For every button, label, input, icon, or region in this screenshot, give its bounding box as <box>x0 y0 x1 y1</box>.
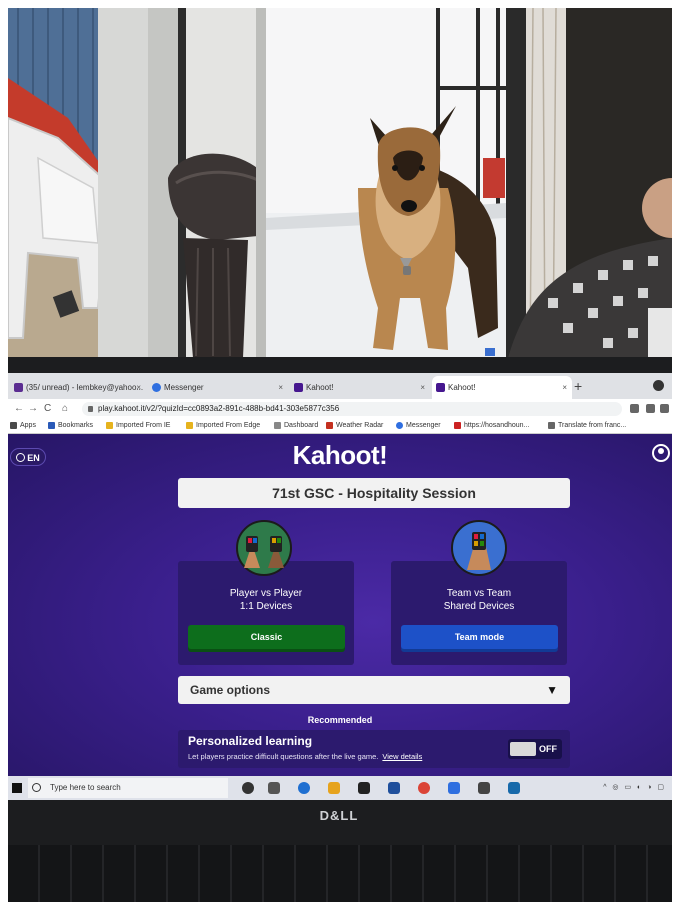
recommended-heading: Recommended <box>307 715 373 725</box>
messenger-app-icon[interactable] <box>448 782 460 794</box>
lock-icon <box>88 406 93 412</box>
search-icon <box>32 783 41 792</box>
new-tab-icon[interactable]: + <box>574 376 582 396</box>
bookmark-weather-radar[interactable]: Weather Radar <box>326 419 383 433</box>
page-icon <box>274 422 281 429</box>
doorway-illustration <box>8 8 672 358</box>
folder-icon <box>186 422 193 429</box>
bookmark-imported-edge[interactable]: Imported From Edge <box>186 419 260 433</box>
laptop-screen: (35/ unread) - lembkey@yahoo... × Messen… <box>8 373 672 800</box>
close-icon[interactable]: × <box>420 376 425 399</box>
session-title: 71st GSC - Hospitality Session <box>178 478 570 508</box>
close-icon[interactable]: × <box>278 376 283 399</box>
tab-kahoot-active[interactable]: Kahoot! × <box>432 376 572 399</box>
laptop-keyboard <box>8 845 672 902</box>
kahoot-page: EN Kahoot! 71st GSC - Hospitality Sessio… <box>8 434 672 776</box>
team-mode-card: Team vs Team Shared Devices Team mode <box>391 561 567 665</box>
mode-line1: Team vs Team <box>446 588 512 599</box>
star-icon[interactable] <box>630 404 639 413</box>
mail-favicon-icon <box>14 383 23 392</box>
view-details-link[interactable]: View details <box>382 752 422 761</box>
page-icon <box>454 422 461 429</box>
tab-label: Kahoot! <box>448 383 476 392</box>
mail-icon[interactable] <box>388 782 400 794</box>
browser-tab-strip: (35/ unread) - lembkey@yahoo... × Messen… <box>8 373 672 399</box>
messenger-favicon-icon <box>152 383 161 392</box>
kahoot-logo: Kahoot! <box>292 440 388 470</box>
doorway-scene <box>8 8 672 358</box>
windows-taskbar: Type here to search ^ ◎ ▭ ◐ ◑ ▢ <box>8 776 672 800</box>
dell-logo: D&LL <box>319 808 359 823</box>
back-icon[interactable]: ← <box>14 402 24 416</box>
photo: (35/ unread) - lembkey@yahoo... × Messen… <box>0 0 678 904</box>
bookmark-apps[interactable]: Apps <box>10 419 36 433</box>
toggle-knob <box>510 742 536 756</box>
bookmark-imported-ie[interactable]: Imported From IE <box>106 419 170 433</box>
tab-label: Kahoot! <box>306 383 334 392</box>
personalized-learning-description: Let players practice difficult questions… <box>188 752 423 761</box>
player-vs-player-icon <box>236 520 292 576</box>
search-placeholder: Type here to search <box>50 783 121 792</box>
chevron-down-icon: ▼ <box>546 683 558 697</box>
bookmarks-bar: Apps Bookmarks Imported From IE Imported… <box>8 419 672 434</box>
team-vs-team-icon <box>451 520 507 576</box>
system-tray-icons[interactable]: ^ ◎ ▭ ◐ ◑ ▢ <box>603 776 666 800</box>
messenger-icon <box>396 422 403 429</box>
task-view-icon[interactable] <box>268 782 280 794</box>
personalized-learning-title: Personalized learning <box>188 734 313 748</box>
folder-icon <box>106 422 113 429</box>
apps-grid-icon <box>10 422 17 429</box>
google-icon <box>548 422 555 429</box>
mode-line2: 1:1 Devices <box>239 601 293 612</box>
home-icon[interactable]: ⌂ <box>62 402 68 416</box>
kahoot-favicon-icon <box>294 383 303 392</box>
forward-icon[interactable]: → <box>28 402 38 416</box>
cortana-icon[interactable] <box>242 782 254 794</box>
star-icon <box>48 422 55 429</box>
settings-gear-icon[interactable] <box>478 782 490 794</box>
store-icon[interactable] <box>358 782 370 794</box>
reload-icon[interactable]: C <box>44 402 51 416</box>
user-account-icon[interactable] <box>652 444 670 462</box>
file-explorer-icon[interactable] <box>328 782 340 794</box>
kahoot-favicon-icon <box>436 383 445 392</box>
url-input[interactable]: play.kahoot.it/v2/?quizId=cc0893a2-891c-… <box>82 402 622 416</box>
maple-leaf-icon <box>326 422 333 429</box>
menu-icon[interactable] <box>660 404 669 413</box>
bookmark-translate[interactable]: Translate from franc... <box>548 419 626 433</box>
edge-icon[interactable] <box>298 782 310 794</box>
team-mode-button[interactable]: Team mode <box>401 625 558 649</box>
windows-start-icon[interactable] <box>12 783 22 793</box>
tab-yahoo-mail[interactable]: (35/ unread) - lembkey@yahoo... × <box>10 376 146 399</box>
bookmark-messenger[interactable]: Messenger <box>396 419 441 433</box>
game-options-label: Game options <box>190 683 271 697</box>
close-icon[interactable]: × <box>136 376 141 399</box>
extensions-icon[interactable] <box>646 404 655 413</box>
app-icon[interactable] <box>508 782 520 794</box>
address-bar: ← → C ⌂ play.kahoot.it/v2/?quizId=cc0893… <box>8 399 672 419</box>
bookmark-dashboard[interactable]: Dashboard <box>274 419 318 433</box>
tab-label: (35/ unread) - lembkey@yahoo... <box>26 383 144 392</box>
toggle-state: OFF <box>539 744 557 754</box>
tab-label: Messenger <box>164 383 204 392</box>
classic-mode-card: Player vs Player 1:1 Devices Classic <box>178 561 354 665</box>
game-options-dropdown[interactable]: Game options ▼ <box>178 676 570 704</box>
close-icon[interactable]: × <box>562 376 567 399</box>
mode-line2: Shared Devices <box>443 601 515 612</box>
personalized-learning-option: Personalized learning Let players practi… <box>178 730 570 768</box>
taskbar-search-input[interactable]: Type here to search <box>28 778 228 798</box>
mode-line1: Player vs Player <box>229 588 303 599</box>
profile-icon[interactable] <box>653 380 664 391</box>
bookmark-bookmarks[interactable]: Bookmarks <box>48 419 93 433</box>
bookmark-hosandhoun[interactable]: https://hosandhoun... <box>454 419 529 433</box>
personalized-learning-toggle[interactable]: OFF <box>508 739 562 759</box>
url-text: play.kahoot.it/v2/?quizId=cc0893a2-891c-… <box>98 404 340 413</box>
tab-kahoot[interactable]: Kahoot! × <box>290 376 430 399</box>
chrome-icon[interactable] <box>418 782 430 794</box>
classic-button[interactable]: Classic <box>188 625 345 649</box>
tab-messenger[interactable]: Messenger × <box>148 376 288 399</box>
